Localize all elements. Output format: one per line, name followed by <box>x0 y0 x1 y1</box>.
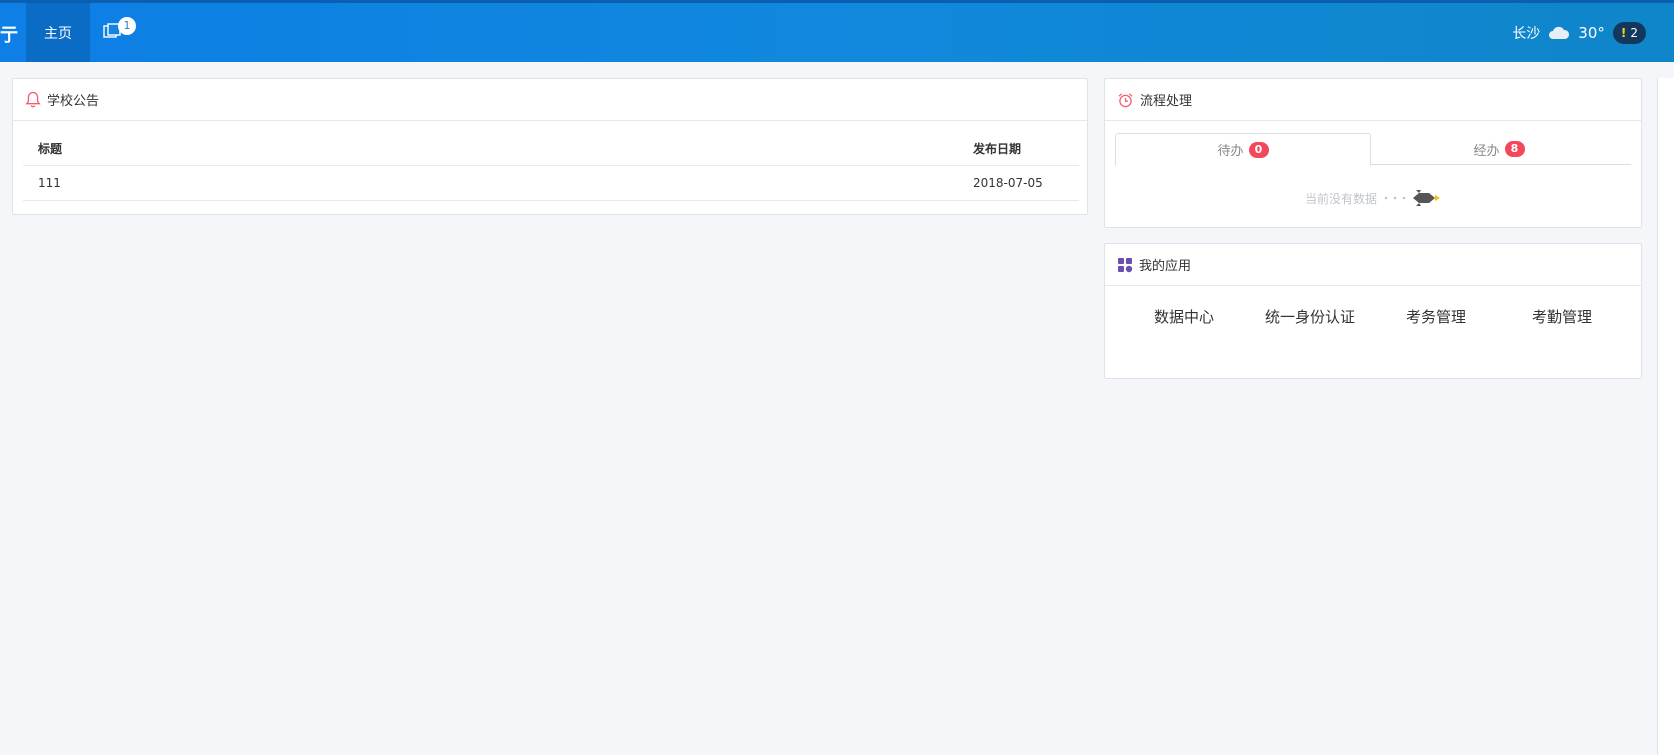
school-notice-panel: 学校公告 标题 发布日期 111 2018-07-05 <box>12 78 1088 215</box>
app-exam-management[interactable]: 考务管理 <box>1373 306 1499 327</box>
top-navigation-bar: 亍 主页 1 长沙 30° ! 2 <box>0 0 1674 62</box>
app-data-center[interactable]: 数据中心 <box>1121 306 1247 327</box>
column-header-title: 标题 <box>38 141 63 156</box>
app-unified-auth[interactable]: 统一身份认证 <box>1247 306 1373 327</box>
cloud-icon <box>1549 26 1570 39</box>
window-count-badge: 1 <box>118 17 136 35</box>
notice-date-cell: 2018-07-05 <box>973 176 1043 190</box>
workflow-tabs: 待办 0 经办 8 <box>1115 133 1631 166</box>
workflow-panel-title: 流程处理 <box>1140 94 1193 109</box>
app-attendance-management[interactable]: 考勤管理 <box>1499 306 1625 327</box>
rocket-icon <box>1384 190 1441 206</box>
weather-temperature: 30° <box>1578 23 1605 42</box>
my-apps-panel: 我的应用 数据中心 统一身份认证 考务管理 考勤管理 <box>1104 243 1642 379</box>
bell-icon <box>25 91 41 108</box>
apps-panel-header: 我的应用 <box>1105 244 1641 286</box>
window-switch-button[interactable]: 1 <box>102 17 136 45</box>
weather-widget: 长沙 30° ! 2 <box>1512 3 1646 62</box>
notice-table-header: 标题 发布日期 <box>23 131 1079 166</box>
weather-city: 长沙 <box>1512 25 1541 42</box>
tab-todo-label: 待办 <box>1217 144 1244 159</box>
nav-home-tab[interactable]: 主页 <box>26 3 90 62</box>
alarm-clock-icon <box>1118 92 1133 107</box>
apps-list: 数据中心 统一身份认证 考务管理 考勤管理 <box>1121 306 1627 327</box>
apps-panel-title: 我的应用 <box>1139 259 1192 274</box>
tab-handled-count: 8 <box>1504 141 1525 157</box>
empty-state: 当前没有数据 <box>1305 189 1443 207</box>
table-row[interactable]: 111 2018-07-05 <box>23 166 1079 201</box>
column-header-date: 发布日期 <box>973 141 1022 156</box>
apps-grid-icon <box>1118 257 1133 272</box>
tab-todo[interactable]: 待办 0 <box>1115 133 1371 166</box>
notice-panel-header: 学校公告 <box>13 79 1087 121</box>
brand-title-fragment: 亍 <box>0 25 18 46</box>
workflow-panel-header: 流程处理 <box>1105 79 1641 121</box>
tab-todo-count: 0 <box>1248 141 1269 158</box>
alert-count: 2 <box>1630 25 1638 40</box>
notice-table: 标题 发布日期 111 2018-07-05 <box>23 131 1079 201</box>
alert-pill-button[interactable]: ! 2 <box>1612 21 1646 44</box>
notice-panel-title: 学校公告 <box>47 94 100 109</box>
empty-state-text: 当前没有数据 <box>1305 191 1378 206</box>
tab-handled[interactable]: 经办 8 <box>1371 133 1627 165</box>
tab-handled-label: 经办 <box>1473 143 1500 159</box>
workflow-panel: 流程处理 待办 0 经办 8 当前没有数据 <box>1104 78 1642 228</box>
alert-icon: ! <box>1620 25 1627 40</box>
side-panel-edge <box>1657 78 1674 755</box>
notice-title-cell[interactable]: 111 <box>23 176 973 190</box>
